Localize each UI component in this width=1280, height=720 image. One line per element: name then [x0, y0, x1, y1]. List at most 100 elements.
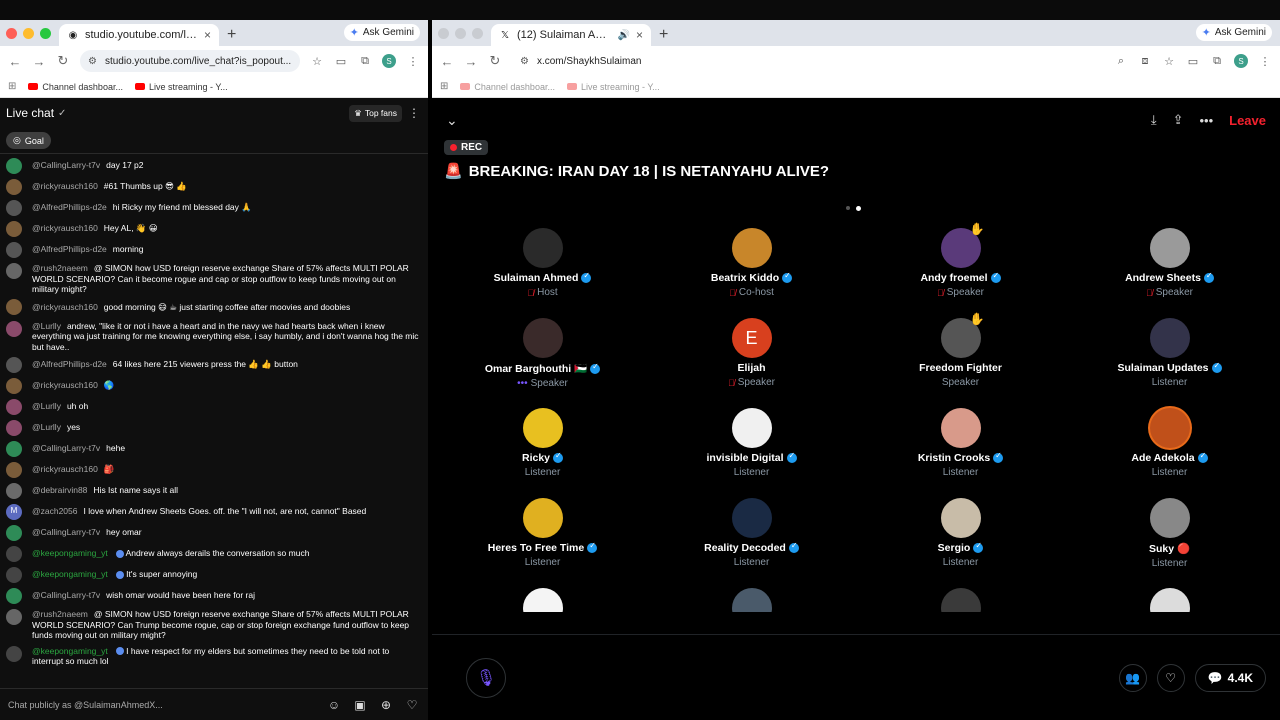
site-info-icon[interactable]: ⚙	[520, 56, 529, 67]
more-menu-icon[interactable]: ⋮	[406, 55, 420, 68]
heart-icon[interactable]: ♡	[404, 697, 420, 713]
forward-icon[interactable]: →	[32, 54, 46, 69]
chat-more-icon[interactable]: ⋮	[406, 106, 422, 120]
participant-avatar[interactable]: E	[731, 318, 772, 358]
participant[interactable]: ✋ Freedom Fighter Speaker	[856, 312, 1065, 408]
bookmark-channel-dashboard[interactable]: Channel dashboar...	[28, 82, 123, 92]
participant[interactable]: ✋ Andy froemel 🎙̸Speaker	[856, 222, 1065, 318]
zoom-icon[interactable]: ⌕	[1114, 55, 1128, 68]
chat-avatar[interactable]	[6, 199, 22, 216]
participant-partial[interactable]	[856, 588, 1065, 612]
chat-avatar[interactable]	[6, 263, 22, 279]
chat-avatar[interactable]	[6, 419, 22, 436]
collapse-chevron-icon[interactable]: ⌄	[446, 112, 1135, 129]
new-tab-button[interactable]: +	[219, 24, 244, 46]
chat-author[interactable]: @rickyrausch160	[32, 181, 98, 191]
participant[interactable]: Andrew Sheets 🎙̸Speaker	[1065, 228, 1274, 318]
participant-avatar[interactable]: ✋	[940, 312, 985, 358]
participant[interactable]: Beatrix Kiddo 🎙̸Co-host	[647, 228, 856, 318]
chat-author[interactable]: @rickyrausch160	[32, 380, 98, 390]
top-fans-button[interactable]: ♛ Top fans	[349, 104, 402, 122]
chat-message[interactable]: @CallingLarry-t7v wish omar would have be…	[0, 585, 428, 606]
participant-partial[interactable]	[438, 588, 647, 612]
chat-message[interactable]: @rickyrausch160 #61 Thumbs up 😎 👍	[0, 176, 428, 197]
bookmark-channel-dashboard[interactable]: Channel dashboar...	[460, 82, 555, 92]
participant[interactable]: Sergio Listener	[856, 498, 1065, 588]
chat-message[interactable]: @keepongaming_yt Andrew always derails t…	[0, 543, 428, 564]
ask-gemini-button[interactable]: ✦ Ask Gemini	[343, 24, 420, 41]
chat-message[interactable]: @rickyrausch160 🎒	[0, 459, 428, 480]
share-icon[interactable]: ⇪	[1173, 112, 1184, 128]
participant[interactable]: Sulaiman Updates Listener	[1065, 318, 1274, 408]
chat-avatar[interactable]	[6, 587, 22, 604]
bookmark-live-streaming[interactable]: Live streaming - Y...	[566, 82, 660, 92]
chat-author[interactable]: @Lurlly	[32, 422, 61, 432]
chat-message[interactable]: @rush2naeem @ SIMON how USD foreign reser…	[0, 606, 428, 643]
maximize-window-button[interactable]	[40, 27, 51, 39]
minimize-dock-icon[interactable]: ⤓	[1151, 112, 1157, 128]
chat-avatar[interactable]	[6, 645, 22, 662]
participant-avatar[interactable]	[731, 228, 772, 268]
reload-icon[interactable]: ↻	[56, 53, 70, 69]
address-bar[interactable]: ⚙ x.com/ShaykhSulaiman	[512, 50, 1104, 72]
chat-author[interactable]: @CallingLarry-t7v	[32, 527, 100, 537]
chat-message[interactable]: M @zach2056 I love when Andrew Sheets Goes…	[0, 501, 428, 522]
back-icon[interactable]: ←	[440, 54, 454, 69]
chat-message[interactable]: @AlfredPhillips-d2e 64 likes here 215 vie…	[0, 354, 428, 375]
chat-avatar[interactable]	[6, 482, 22, 499]
chat-message[interactable]: @keepongaming_yt It's super annoying	[0, 564, 428, 585]
chat-avatar[interactable]	[6, 440, 22, 457]
participant-avatar[interactable]	[1149, 408, 1190, 448]
forward-icon[interactable]: →	[464, 54, 478, 69]
add-circle-icon[interactable]: ⊕	[378, 697, 394, 713]
chat-avatar[interactable]	[6, 524, 22, 541]
chat-message[interactable]: @AlfredPhillips-d2e hi Ricky my friend ml…	[0, 197, 428, 218]
install-app-icon[interactable]: ⧈	[1138, 55, 1152, 68]
chat-avatar[interactable]	[6, 320, 22, 337]
cast-icon[interactable]: ▭	[334, 55, 348, 68]
more-options-icon[interactable]: •••	[1199, 113, 1213, 128]
chat-message[interactable]: @rickyrausch160 good morning 😄 ☕ just sta…	[0, 297, 428, 318]
chat-message[interactable]: @rickyrausch160 🌎	[0, 375, 428, 396]
chat-avatar[interactable]	[6, 609, 22, 625]
goal-chip[interactable]: ◎ Goal	[6, 132, 51, 149]
participant[interactable]: Suky 🔴 Listener	[1065, 498, 1274, 588]
back-icon[interactable]: ←	[8, 54, 22, 69]
chat-author[interactable]: @keepongaming_yt	[32, 548, 108, 558]
chat-message[interactable]: @rush2naeem @ SIMON how USD foreign reser…	[0, 260, 428, 297]
chat-message[interactable]: @Lurlly uh oh	[0, 396, 428, 417]
super-chat-icon[interactable]: ▣	[352, 697, 368, 713]
chat-author[interactable]: @zach2056	[32, 506, 78, 516]
chat-author[interactable]: @rush2naeem	[32, 263, 88, 273]
microphone-icon[interactable]: 🎙	[466, 657, 506, 698]
participant[interactable]: E Elijah 🎙̸ Speaker	[647, 318, 856, 408]
participant-avatar[interactable]	[1149, 318, 1190, 358]
close-tab-icon[interactable]: ×	[204, 28, 211, 42]
more-menu-icon[interactable]: ⋮	[1258, 55, 1272, 68]
participant-avatar[interactable]	[522, 228, 563, 268]
close-window-button[interactable]	[438, 27, 449, 39]
reload-icon[interactable]: ↻	[488, 53, 502, 69]
participant-avatar[interactable]	[522, 498, 563, 538]
chat-message[interactable]: @rickyrausch160 Hey AL, 👋 😀	[0, 218, 428, 239]
chat-avatar[interactable]	[6, 566, 22, 583]
listener-count-button[interactable]: 💬 4.4K	[1194, 663, 1266, 692]
people-icon[interactable]: 👥	[1118, 663, 1147, 692]
chat-author[interactable]: @Lurlly	[32, 401, 61, 411]
chat-author[interactable]: @CallingLarry-t7v	[32, 590, 100, 600]
participant-avatar[interactable]	[731, 498, 772, 538]
chat-message[interactable]: @Lurlly yes	[0, 417, 428, 438]
emoji-icon[interactable]: ☺	[326, 697, 342, 713]
bookmark-star-icon[interactable]: ☆	[310, 55, 324, 68]
participant[interactable]: Heres To Free Time Listener	[438, 498, 647, 588]
ask-gemini-button[interactable]: ✦ Ask Gemini	[1195, 24, 1272, 41]
maximize-window-button[interactable]	[472, 27, 483, 39]
chat-message[interactable]: @Lurlly andrew, "like it or not i have a …	[0, 318, 428, 355]
chat-author[interactable]: @keepongaming_yt	[32, 646, 108, 656]
participant-avatar[interactable]	[522, 588, 563, 612]
chat-message[interactable]: @CallingLarry-t7v day 17 p2	[0, 155, 428, 176]
address-bar[interactable]: ⚙ studio.youtube.com/live_chat?is_popout…	[80, 50, 300, 72]
bookmark-live-streaming[interactable]: Live streaming - Y...	[134, 82, 228, 92]
chat-message-list[interactable]: @CallingLarry-t7v day 17 p2 @rickyrausch16…	[0, 155, 428, 688]
apps-grid-icon[interactable]: ⊞	[8, 81, 16, 92]
